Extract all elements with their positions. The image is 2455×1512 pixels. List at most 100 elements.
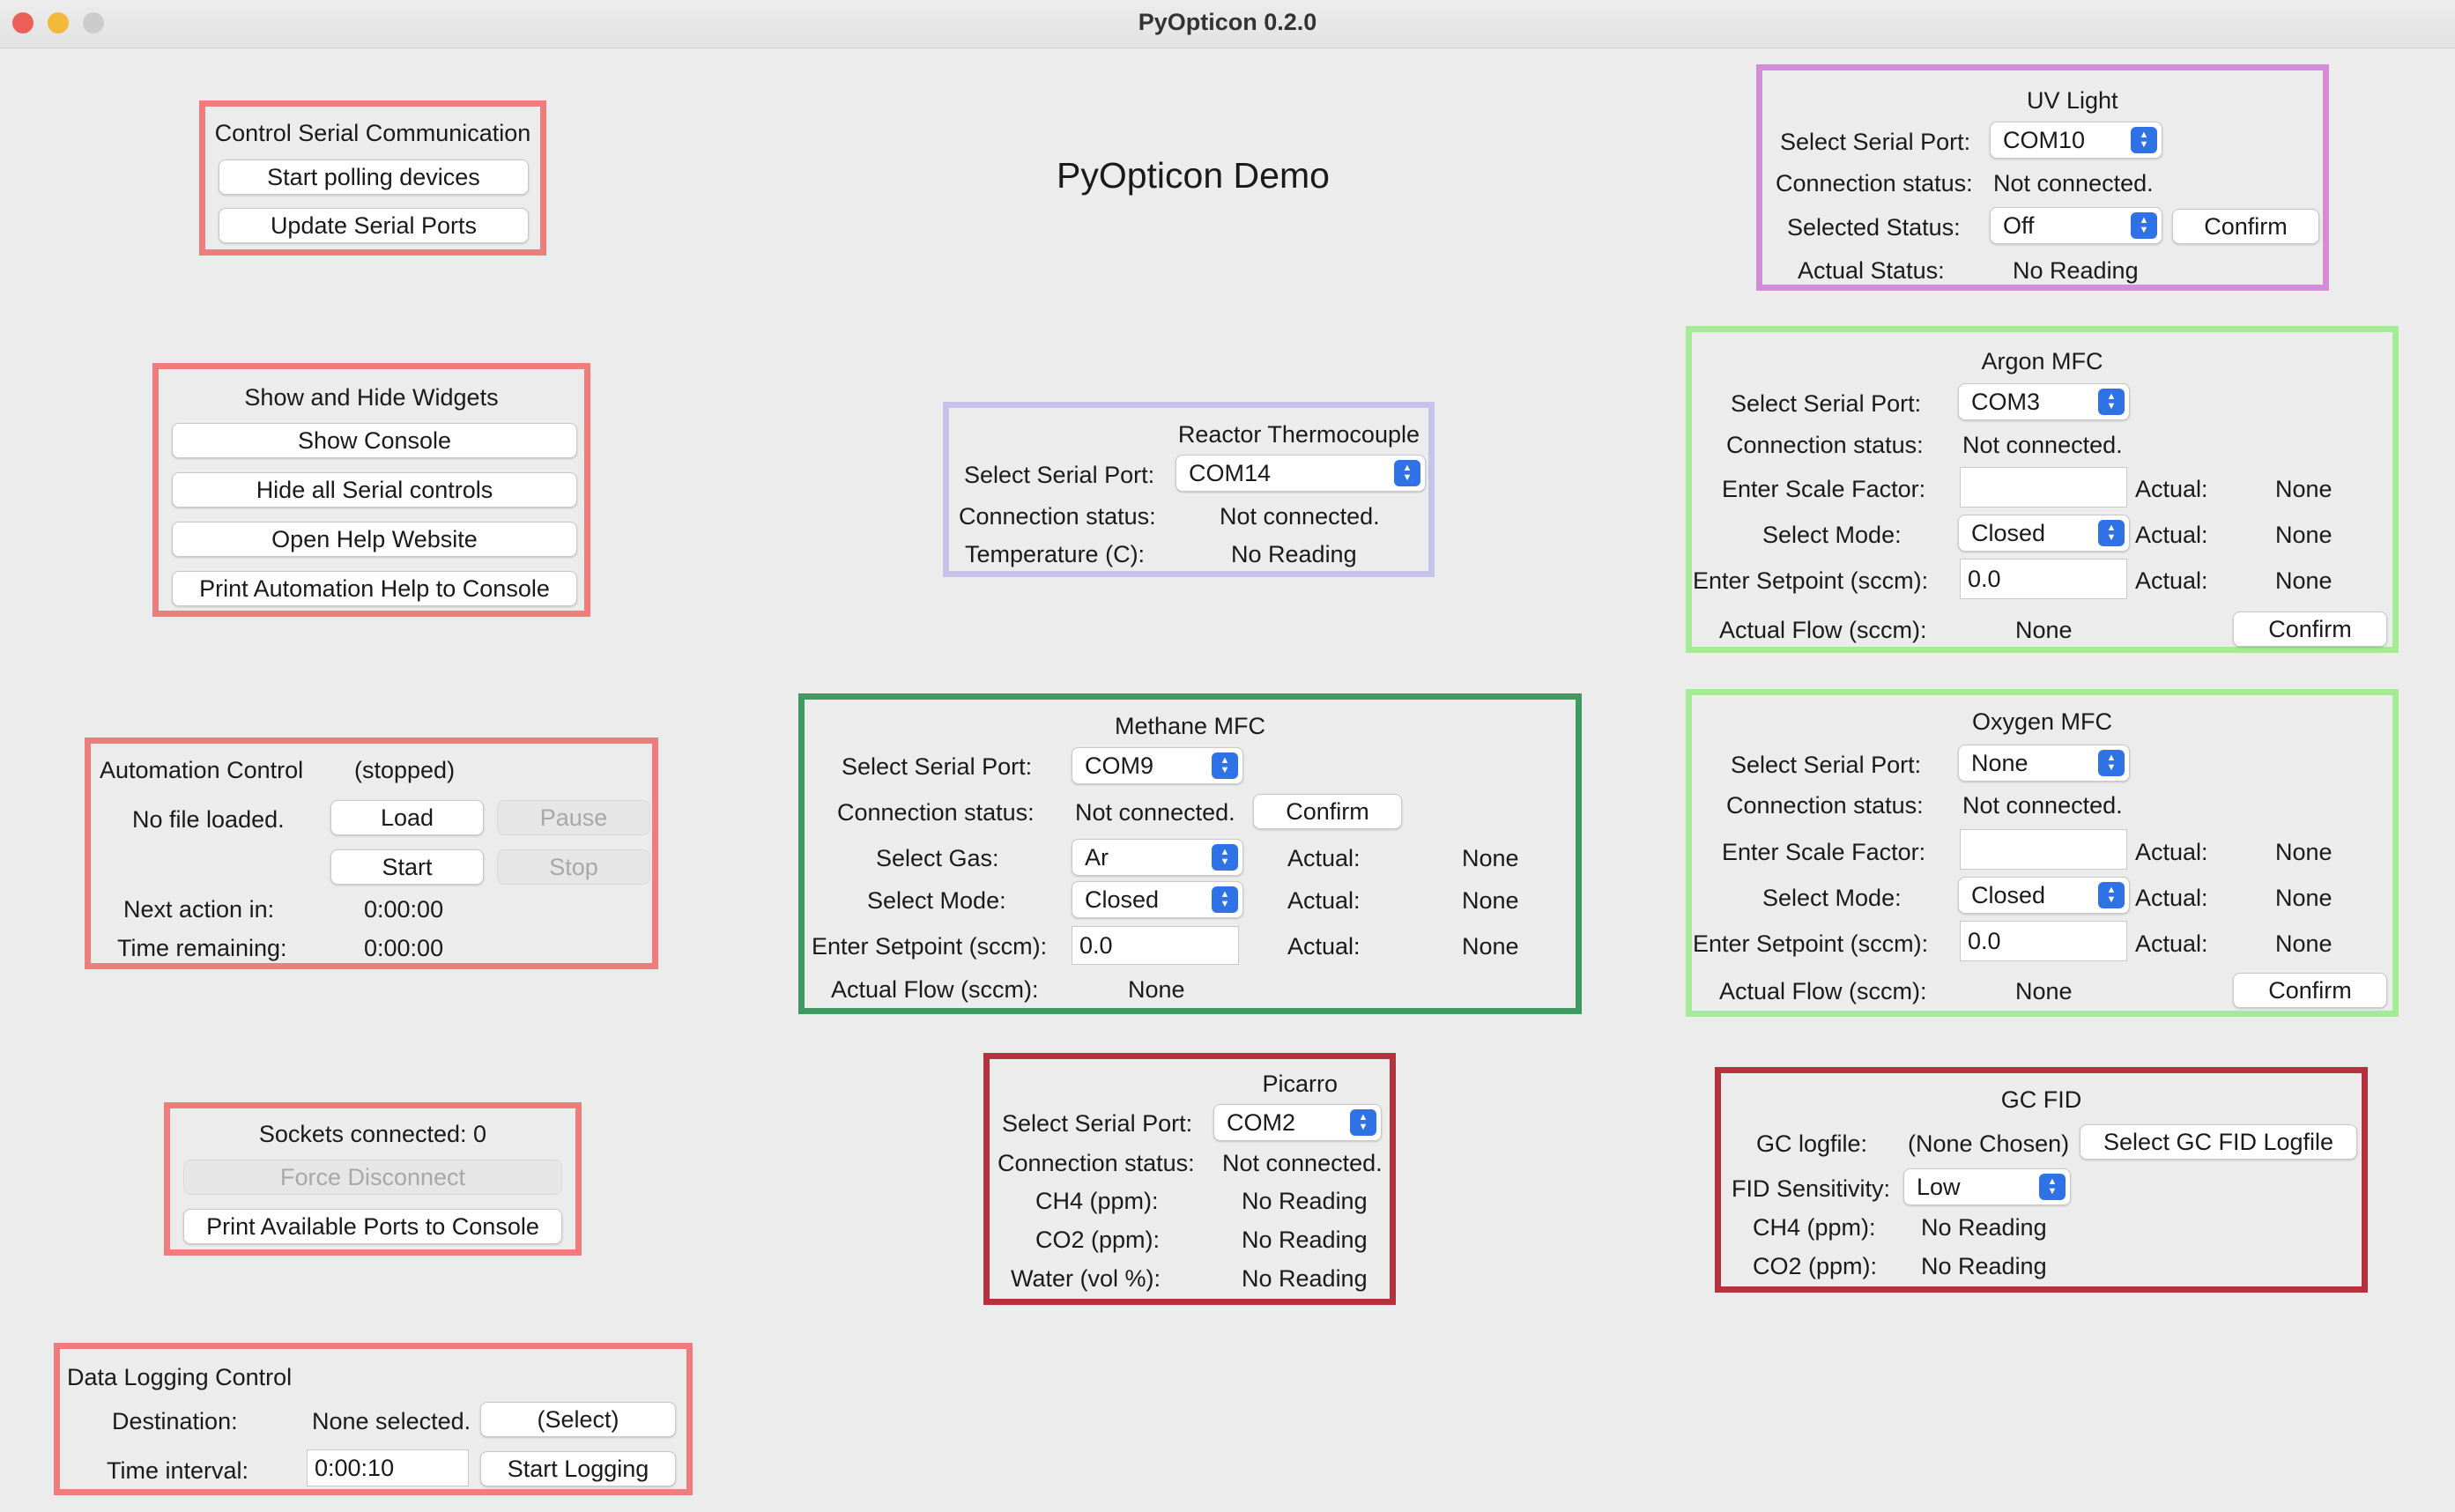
uv-connection-value: Not connected. [1993, 170, 2154, 196]
picarro-ch4-label: CH4 (ppm): [1035, 1188, 1159, 1214]
picarro-co2-label: CO2 (ppm): [1035, 1227, 1161, 1253]
oxygen-flow-value: None [2015, 978, 2073, 1004]
thermocouple-port-select[interactable]: COM14 ▲ ▼ [1176, 455, 1426, 492]
automation-file-status: No file loaded. [132, 806, 285, 833]
argon-mode-select[interactable]: Closed ▲ ▼ [1958, 515, 2130, 552]
chevron-updown-icon: ▲ ▼ [2131, 127, 2157, 153]
temperature-label: Temperature (C): [965, 541, 1146, 567]
methane-gas-actual-label: Actual: [1287, 845, 1361, 871]
destination-value: None selected. [312, 1408, 471, 1434]
uv-confirm-button[interactable]: Confirm [2172, 209, 2319, 244]
methane-mode-actual-value: None [1462, 887, 1519, 914]
oxygen-mode-select[interactable]: Closed ▲ ▼ [1958, 877, 2130, 914]
methane-connection-value: Not connected. [1075, 799, 1235, 826]
picarro-port-select[interactable]: COM2 ▲ ▼ [1213, 1104, 1382, 1141]
time-remaining-value: 0:00:00 [364, 935, 444, 961]
pause-button[interactable]: Pause [497, 800, 650, 835]
thermocouple-port-value: COM14 [1189, 460, 1272, 486]
print-automation-help-button[interactable]: Print Automation Help to Console [172, 571, 577, 606]
open-help-website-button[interactable]: Open Help Website [172, 522, 577, 557]
destination-label: Destination: [112, 1408, 238, 1434]
fid-sensitivity-value: Low [1917, 1174, 1961, 1200]
oxygen-port-select[interactable]: None ▲ ▼ [1958, 745, 2130, 782]
uv-status-value: Off [2003, 212, 2035, 239]
argon-port-value: COM3 [1971, 389, 2041, 415]
methane-mode-label: Select Mode: [867, 887, 1006, 914]
thermocouple-connection-label: Connection status: [959, 503, 1156, 530]
gc-logfile-label: GC logfile: [1756, 1130, 1868, 1157]
hide-serial-controls-button[interactable]: Hide all Serial controls [172, 472, 577, 508]
argon-mode-actual-label: Actual: [2135, 522, 2208, 548]
methane-setpoint-input[interactable] [1072, 926, 1239, 965]
chevron-updown-icon: ▲ ▼ [1212, 886, 1238, 913]
methane-mode-select[interactable]: Closed ▲ ▼ [1072, 881, 1243, 918]
chevron-updown-icon: ▲ ▼ [2098, 882, 2125, 908]
select-destination-button[interactable]: (Select) [480, 1402, 676, 1437]
uv-status-label: Selected Status: [1787, 214, 1961, 241]
serial-control-title: Control Serial Communication [214, 120, 531, 146]
uv-port-select[interactable]: COM10 ▲ ▼ [1990, 122, 2162, 159]
picarro-connection-label: Connection status: [998, 1150, 1195, 1176]
argon-setpoint-actual-label: Actual: [2135, 567, 2208, 594]
oxygen-confirm-button[interactable]: Confirm [2233, 973, 2387, 1008]
argon-scale-input[interactable] [1960, 467, 2127, 508]
argon-flow-value: None [2015, 617, 2073, 643]
oxygen-connection-label: Connection status: [1726, 792, 1924, 819]
oxygen-setpoint-label: Enter Setpoint (sccm): [1693, 930, 1929, 957]
oxygen-port-value: None [1971, 750, 2029, 776]
oxygen-scale-label: Enter Scale Factor: [1722, 839, 1926, 865]
gc-fid-title: GC FID [2000, 1086, 2082, 1113]
oxygen-mfc-title: Oxygen MFC [1971, 708, 2113, 735]
thermocouple-title: Reactor Thermocouple [1177, 421, 1420, 448]
print-available-ports-button[interactable]: Print Available Ports to Console [183, 1209, 562, 1244]
oxygen-scale-actual-value: None [2275, 839, 2333, 865]
show-console-button[interactable]: Show Console [172, 423, 577, 458]
methane-mfc-panel: Methane MFC Select Serial Port: COM9 ▲ ▼ … [798, 693, 1582, 1014]
picarro-port-label: Select Serial Port: [1002, 1110, 1193, 1137]
automation-panel: Automation Control (stopped) No file loa… [85, 737, 658, 969]
data-logging-title: Data Logging Control [67, 1364, 293, 1390]
start-button[interactable]: Start [330, 849, 484, 885]
fid-sensitivity-label: FID Sensitivity: [1732, 1175, 1891, 1202]
argon-setpoint-input[interactable] [1960, 559, 2127, 599]
argon-confirm-button[interactable]: Confirm [2233, 611, 2387, 647]
chevron-updown-icon: ▲ ▼ [1350, 1109, 1376, 1136]
oxygen-setpoint-input[interactable] [1960, 921, 2127, 961]
argon-connection-value: Not connected. [1962, 432, 2123, 458]
methane-port-select[interactable]: COM9 ▲ ▼ [1072, 747, 1243, 784]
oxygen-scale-actual-label: Actual: [2135, 839, 2208, 865]
argon-port-label: Select Serial Port: [1731, 390, 1922, 417]
methane-setpoint-actual-value: None [1462, 933, 1519, 960]
picarro-port-value: COM2 [1227, 1109, 1296, 1136]
start-polling-button[interactable]: Start polling devices [219, 159, 529, 195]
argon-connection-label: Connection status: [1726, 432, 1924, 458]
stop-button[interactable]: Stop [497, 849, 650, 885]
start-logging-button[interactable]: Start Logging [480, 1451, 676, 1486]
time-interval-label: Time interval: [107, 1457, 249, 1484]
methane-flow-value: None [1128, 976, 1185, 1003]
uv-connection-label: Connection status: [1776, 170, 1973, 196]
page-title: PyOpticon Demo [1057, 155, 1330, 196]
methane-gas-select[interactable]: Ar ▲ ▼ [1072, 839, 1243, 876]
time-interval-input[interactable] [307, 1449, 469, 1486]
window-title-bar: PyOpticon 0.2.0 [0, 0, 2455, 48]
load-button[interactable]: Load [330, 800, 484, 835]
data-logging-panel: Data Logging Control Destination: None s… [54, 1343, 693, 1495]
argon-port-select[interactable]: COM3 ▲ ▼ [1958, 383, 2130, 420]
methane-connection-label: Connection status: [837, 799, 1035, 826]
methane-confirm-button[interactable]: Confirm [1253, 794, 1402, 829]
argon-scale-actual-label: Actual: [2135, 476, 2208, 502]
argon-scale-label: Enter Scale Factor: [1722, 476, 1926, 502]
uv-port-label: Select Serial Port: [1780, 129, 1971, 155]
oxygen-scale-input[interactable] [1960, 829, 2127, 870]
update-serial-ports-button[interactable]: Update Serial Ports [219, 208, 529, 243]
methane-mode-actual-label: Actual: [1287, 887, 1361, 914]
fid-sensitivity-select[interactable]: Low ▲ ▼ [1903, 1168, 2071, 1205]
chevron-updown-icon: ▲ ▼ [2098, 389, 2125, 415]
select-gc-fid-logfile-button[interactable]: Select GC FID Logfile [2080, 1124, 2357, 1160]
methane-mfc-title: Methane MFC [1114, 713, 1266, 739]
force-disconnect-button[interactable]: Force Disconnect [183, 1160, 562, 1195]
uv-status-select[interactable]: Off ▲ ▼ [1990, 207, 2162, 244]
gc-ch4-value: No Reading [1921, 1214, 2047, 1241]
oxygen-mfc-panel: Oxygen MFC Select Serial Port: None ▲ ▼ C… [1686, 689, 2399, 1017]
